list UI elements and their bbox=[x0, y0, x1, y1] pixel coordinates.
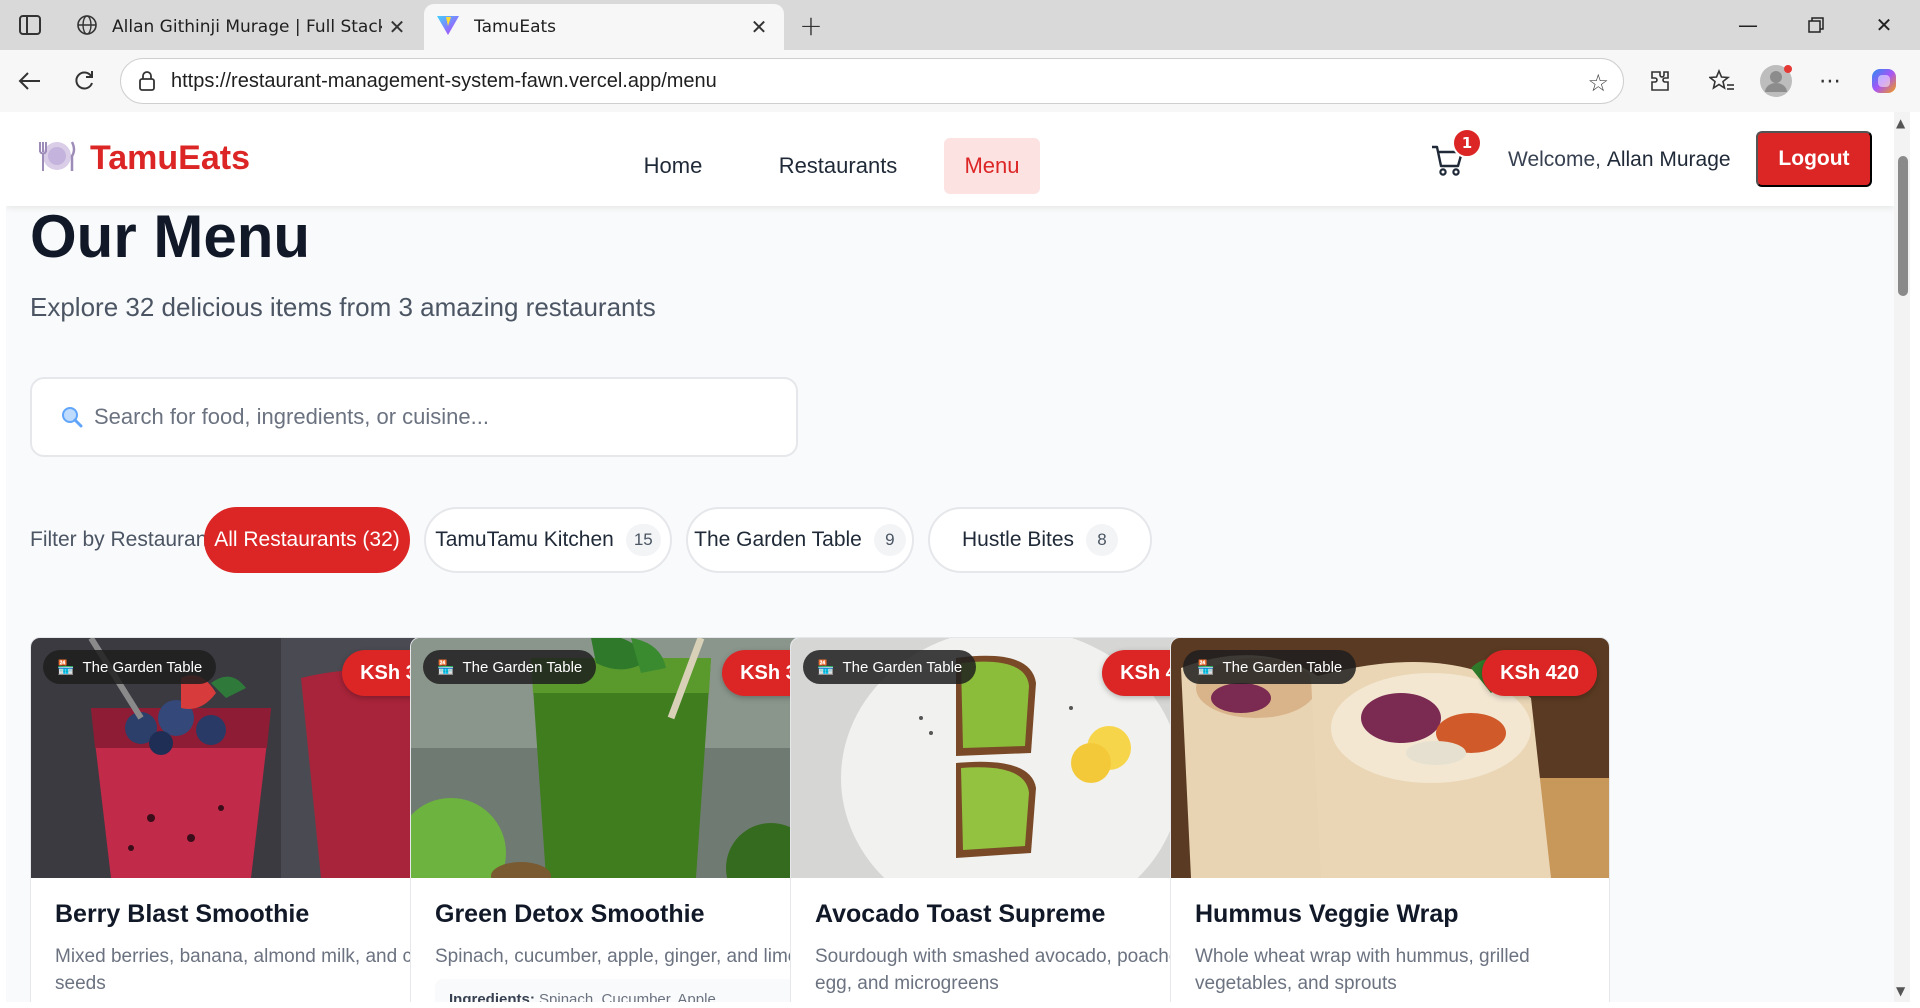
tab-title: TamuEats bbox=[474, 17, 557, 37]
restaurant-tag: 🏪 The Garden Table bbox=[803, 650, 977, 684]
menu-item-card[interactable]: 🏪 The Garden Table KSh 420 Hummus Veggie … bbox=[1170, 637, 1610, 1002]
logo[interactable]: TamuEats bbox=[36, 138, 250, 178]
cart-button[interactable]: 1 bbox=[1430, 128, 1482, 182]
favorite-star-icon[interactable]: ☆ bbox=[1587, 69, 1609, 97]
back-icon[interactable] bbox=[12, 63, 48, 99]
lock-icon bbox=[135, 71, 159, 91]
page-title: Our Menu bbox=[30, 203, 310, 270]
search-input[interactable] bbox=[94, 404, 774, 430]
vite-favicon-icon bbox=[436, 14, 460, 41]
browser-tab-tamueats[interactable]: TamuEats ✕ bbox=[424, 4, 784, 50]
price-badge: KSh 420 bbox=[1482, 650, 1597, 696]
search-box[interactable] bbox=[30, 377, 798, 457]
new-tab-icon[interactable]: + bbox=[796, 9, 826, 42]
browser-tab-portfolio[interactable]: Allan Githinji Murage | Full Stack D ✕ bbox=[66, 4, 422, 50]
plate-cutlery-icon bbox=[36, 138, 76, 178]
welcome-message: Welcome, Allan Murage bbox=[1508, 148, 1731, 172]
restore-icon[interactable] bbox=[1796, 10, 1836, 40]
shopping-cart-icon bbox=[1430, 145, 1466, 182]
chip-label: Hustle Bites bbox=[961, 528, 1075, 551]
logo-text: TamuEats bbox=[90, 138, 250, 177]
menu-item-card[interactable]: 🏪 The Garden Table KSh 480 Avocado Toast … bbox=[790, 637, 1230, 1002]
restaurant-tag: 🏪 The Garden Table bbox=[43, 650, 217, 684]
restaurant-name: The Garden Table bbox=[82, 658, 203, 676]
chip-count: 9 bbox=[873, 524, 906, 556]
restaurant-name: The Garden Table bbox=[462, 658, 583, 676]
close-tab-icon[interactable]: ✕ bbox=[386, 15, 408, 39]
item-name: Green Detox Smoothie bbox=[435, 900, 705, 928]
scroll-up-arrow-icon[interactable]: ▲ bbox=[1896, 116, 1905, 130]
filter-chip-hustle-bites[interactable]: Hustle Bites 8 bbox=[928, 507, 1152, 573]
filter-chip-all[interactable]: All Restaurants (32) bbox=[204, 507, 410, 573]
url-field[interactable]: https://restaurant-management-system-faw… bbox=[120, 58, 1624, 104]
more-menu-icon[interactable]: ⋯ bbox=[1812, 64, 1848, 98]
filter-chip-garden-table[interactable]: The Garden Table 9 bbox=[686, 507, 914, 573]
tab-title: Allan Githinji Murage | Full Stack D bbox=[112, 17, 382, 37]
store-icon: 🏪 bbox=[817, 658, 835, 675]
filter-label: Filter by Restaurant: bbox=[30, 528, 220, 551]
ingredients-label: Ingredients: bbox=[449, 991, 535, 1002]
globe-icon bbox=[76, 14, 98, 41]
favorites-icon[interactable] bbox=[1704, 64, 1740, 98]
store-icon: 🏪 bbox=[1197, 658, 1215, 675]
chip-label: The Garden Table bbox=[694, 528, 862, 551]
menu-item-card[interactable]: 🏪 The Garden Table KSh 320 Green Detox Sm… bbox=[410, 637, 850, 1002]
cart-count-badge: 1 bbox=[1452, 128, 1482, 158]
item-name: Berry Blast Smoothie bbox=[55, 900, 310, 928]
nav-restaurants[interactable]: Restaurants bbox=[758, 138, 918, 194]
item-description: Whole wheat wrap with hummus, grilled ve… bbox=[1195, 946, 1530, 994]
restaurant-name: The Garden Table bbox=[1222, 658, 1343, 676]
logout-button[interactable]: Logout bbox=[1756, 131, 1872, 187]
url-text: https://restaurant-management-system-faw… bbox=[171, 69, 717, 92]
item-description: Spinach, cucumber, apple, ginger, and li… bbox=[435, 946, 799, 967]
sidebar-toggle-icon[interactable] bbox=[14, 10, 46, 40]
refresh-icon[interactable] bbox=[66, 63, 102, 99]
copilot-icon[interactable] bbox=[1866, 64, 1902, 98]
extensions-icon[interactable] bbox=[1642, 64, 1678, 98]
user-name: Allan Murage bbox=[1606, 148, 1731, 171]
store-icon: 🏪 bbox=[437, 658, 455, 675]
close-tab-icon[interactable]: ✕ bbox=[748, 15, 770, 39]
welcome-prefix: Welcome, bbox=[1508, 148, 1601, 171]
page-viewport: TamuEats Home Restaurants Menu 1 Welcome… bbox=[6, 112, 1894, 1002]
page-subtitle: Explore 32 delicious items from 3 amazin… bbox=[30, 292, 656, 322]
nav-menu[interactable]: Menu bbox=[944, 138, 1040, 194]
scroll-down-arrow-icon[interactable]: ▼ bbox=[1896, 984, 1905, 998]
chip-label: All Restaurants (32) bbox=[214, 528, 400, 551]
menu-item-card[interactable]: 🏪 The Garden Table KSh 350 Berry Blast Sm… bbox=[30, 637, 470, 1002]
store-icon: 🏪 bbox=[57, 658, 75, 675]
browser-tab-bar: Allan Githinji Murage | Full Stack D ✕ T… bbox=[0, 0, 1920, 50]
site-header: TamuEats Home Restaurants Menu 1 Welcome… bbox=[6, 112, 1894, 206]
restaurant-tag: 🏪 The Garden Table bbox=[423, 650, 597, 684]
item-name: Avocado Toast Supreme bbox=[815, 900, 1106, 928]
page-scrollbar[interactable]: ▲ ▼ bbox=[1894, 112, 1910, 1002]
minimize-icon[interactable]: — bbox=[1728, 10, 1768, 40]
browser-address-bar: https://restaurant-management-system-faw… bbox=[0, 50, 1920, 112]
restaurant-tag: 🏪 The Garden Table bbox=[1183, 650, 1357, 684]
scroll-thumb[interactable] bbox=[1898, 156, 1908, 296]
search-icon bbox=[60, 405, 84, 429]
item-name: Hummus Veggie Wrap bbox=[1195, 900, 1459, 928]
item-description: Sourdough with smashed avocado, poached … bbox=[815, 946, 1190, 994]
restaurant-name: The Garden Table bbox=[842, 658, 963, 676]
close-window-icon[interactable]: ✕ bbox=[1864, 10, 1904, 40]
nav-home[interactable]: Home bbox=[620, 138, 726, 194]
item-description: Mixed berries, banana, almond milk, and … bbox=[55, 946, 438, 994]
chip-count: 8 bbox=[1086, 524, 1119, 556]
chip-count: 15 bbox=[625, 524, 661, 556]
ingredients-box: Ingredients: Spinach, Cucumber, Apple bbox=[435, 979, 827, 1002]
filter-chip-tamutamu-kitchen[interactable]: TamuTamu Kitchen 15 bbox=[424, 507, 672, 573]
ingredients-list: Spinach, Cucumber, Apple bbox=[539, 991, 716, 1002]
profile-avatar-icon[interactable] bbox=[1758, 64, 1794, 98]
chip-label: TamuTamu Kitchen bbox=[435, 528, 614, 551]
